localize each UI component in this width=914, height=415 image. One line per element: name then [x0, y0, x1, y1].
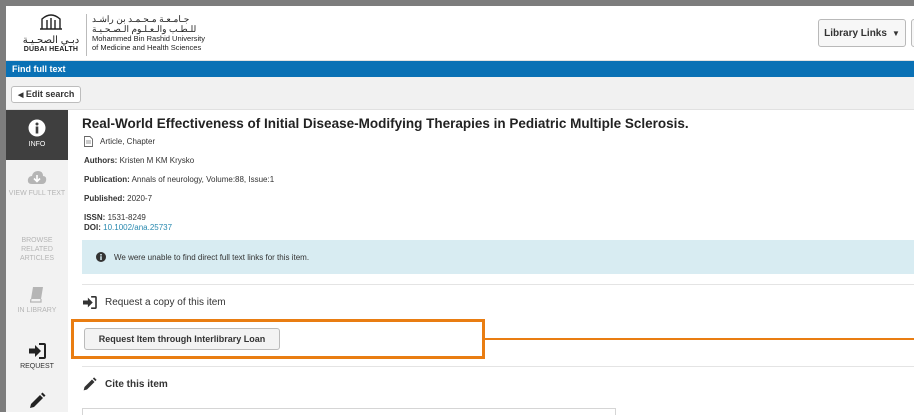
sidebar-item-label: VIEW FULL TEXT: [8, 190, 66, 197]
sidebar-item-browse-related[interactable]: BROWSE RELATED ARTICLES: [6, 236, 68, 263]
item-title: Real-World Effectiveness of Initial Dise…: [82, 116, 689, 131]
university-arabic-line1: جـامـعـة مـحـمـد بن راشـد: [92, 14, 190, 24]
header: دبـي الصحـيـة DUBAI HEALTH جـامـعـة مـحـ…: [6, 6, 914, 61]
item-authors: Authors: Kristen M KM Krysko: [84, 156, 194, 165]
request-section-heading: Request a copy of this item: [82, 296, 226, 309]
issn-value: 1531-8249: [107, 213, 146, 222]
item-published: Published: 2020-7: [84, 194, 152, 203]
sidebar-item-label: BROWSE RELATED ARTICLES: [19, 237, 55, 262]
publication-value: Annals of neurology, Volume:88, Issue:1: [131, 175, 275, 184]
item-type-text: Article, Chapter: [100, 137, 156, 146]
edit-search-label: Edit search: [25, 89, 75, 99]
logo-divider: [86, 14, 87, 56]
library-links-dropdown[interactable]: Library Links ▼: [818, 19, 906, 47]
document-icon: [84, 136, 93, 147]
university-logo: جـامـعـة مـحـمـد بن راشـد للـطـب والـعـل…: [92, 14, 272, 52]
request-interlibrary-loan-button[interactable]: Request Item through Interlibrary Loan: [84, 328, 280, 350]
sidebar-item-request[interactable]: REQUEST: [6, 343, 68, 371]
info-icon: [28, 119, 46, 137]
item-details: Real-World Effectiveness of Initial Dise…: [68, 110, 914, 415]
pencil-icon: [83, 377, 97, 391]
dubai-health-logo: دبـي الصحـيـة DUBAI HEALTH: [22, 12, 80, 56]
published-label: Published:: [84, 194, 125, 203]
cloud-download-icon: [27, 171, 47, 184]
authors-label: Authors:: [84, 156, 118, 165]
edit-search-band: ◀ Edit search: [6, 77, 914, 110]
authors-value: Kristen M KM Krysko: [119, 156, 195, 165]
sidebar-item-label: IN LIBRARY: [17, 307, 57, 314]
sidebar-item-in-library[interactable]: IN LIBRARY: [6, 286, 68, 315]
dubai-health-arabic: دبـي الصحـيـة: [22, 35, 80, 46]
item-doi: DOI: 10.1002/ana.25737: [84, 223, 172, 232]
sign-in-arrow-icon: [83, 296, 97, 309]
doi-label: DOI:: [84, 223, 101, 232]
publication-label: Publication:: [84, 175, 130, 184]
find-full-text-label: Find full text: [12, 64, 66, 74]
library-links-label: Library Links: [824, 27, 887, 39]
dubai-health-english: DUBAI HEALTH: [23, 46, 79, 53]
university-english-line1: Mohammed Bin Rashid University: [92, 34, 205, 43]
sidebar-item-label: REQUEST: [20, 363, 54, 370]
sidebar: INFO VIEW FULL TEXT BROWSE RELATED ARTIC…: [6, 110, 68, 412]
sign-in-arrow-icon: [29, 343, 46, 359]
sidebar-item-cite[interactable]: [6, 392, 68, 413]
request-section-title: Request a copy of this item: [105, 297, 226, 308]
info-circle-icon: [96, 252, 106, 262]
item-issn: ISSN: 1531-8249: [84, 213, 146, 222]
published-value: 2020-7: [127, 194, 153, 203]
book-icon: [30, 287, 43, 303]
divider: [82, 366, 914, 367]
no-links-alert: We were unable to find direct full text …: [82, 240, 914, 274]
divider: [82, 284, 914, 285]
cite-section-title: Cite this item: [105, 379, 168, 390]
dubai-health-emblem-icon: [40, 14, 62, 30]
sidebar-item-view-full-text[interactable]: VIEW FULL TEXT: [6, 170, 68, 198]
highlight-connector-line: [485, 338, 914, 340]
doi-link[interactable]: 10.1002/ana.25737: [103, 223, 172, 232]
pencil-icon: [30, 392, 46, 408]
cite-section-heading: Cite this item: [82, 377, 168, 392]
caret-down-icon: ▼: [891, 28, 900, 38]
item-type: Article, Chapter: [84, 136, 155, 147]
issn-label: ISSN:: [84, 213, 106, 222]
edit-search-button[interactable]: ◀ Edit search: [11, 86, 82, 103]
find-full-text-bar: Find full text: [6, 61, 914, 77]
sidebar-item-info[interactable]: INFO: [6, 110, 68, 160]
sidebar-item-label: INFO: [28, 141, 46, 148]
caret-left-icon: ◀: [18, 92, 24, 99]
university-english-line2: of Medicine and Health Sciences: [92, 43, 202, 52]
item-publication: Publication: Annals of neurology, Volume…: [84, 175, 274, 184]
alert-text: We were unable to find direct full text …: [114, 252, 310, 262]
university-arabic-line2: للـطـب والـعـلـوم الـصـحـيـة: [92, 24, 197, 34]
